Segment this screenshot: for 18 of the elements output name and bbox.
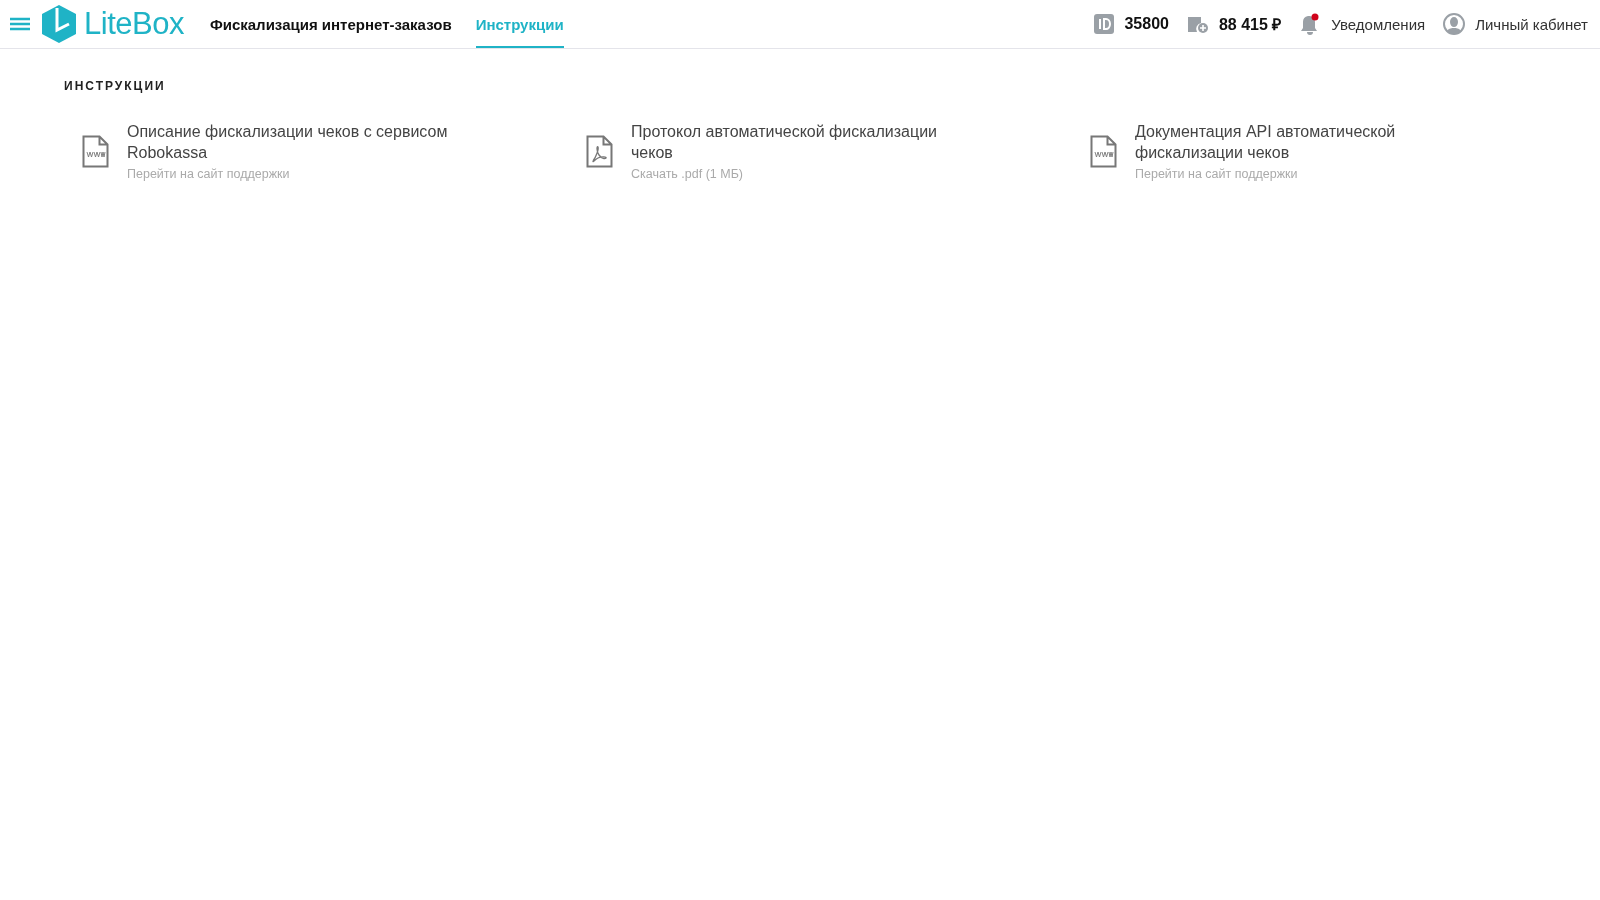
- document-title-link[interactable]: Документация API автоматической фискализации чеков: [1135, 121, 1475, 163]
- notifications-link[interactable]: Уведомления: [1331, 15, 1426, 33]
- logo-text: LiteBox: [84, 6, 184, 42]
- user-avatar-icon[interactable]: [1443, 13, 1466, 35]
- wallet-add-icon[interactable]: [1186, 14, 1209, 34]
- account-link[interactable]: Личный кабинет: [1475, 15, 1588, 33]
- web-file-icon: [82, 135, 109, 168]
- cube-logo-icon: [40, 4, 78, 44]
- pdf-file-icon: [586, 135, 613, 168]
- balance-amount: 88 415 ₽: [1218, 15, 1282, 35]
- menu-icon[interactable]: [10, 17, 30, 31]
- section-title: ИНСТРУКЦИИ: [64, 79, 167, 93]
- web-file-icon: [1090, 135, 1117, 168]
- document-title-link[interactable]: Протокол автоматической фискализации чеков: [631, 121, 971, 163]
- account-id: 35800: [1124, 15, 1169, 33]
- id-icon: [1094, 14, 1115, 34]
- nav-tab[interactable]: Фискализация интернет-заказов: [209, 0, 452, 48]
- document-title-link[interactable]: Описание фискализации чеков с сервисом Robokassa: [127, 121, 467, 163]
